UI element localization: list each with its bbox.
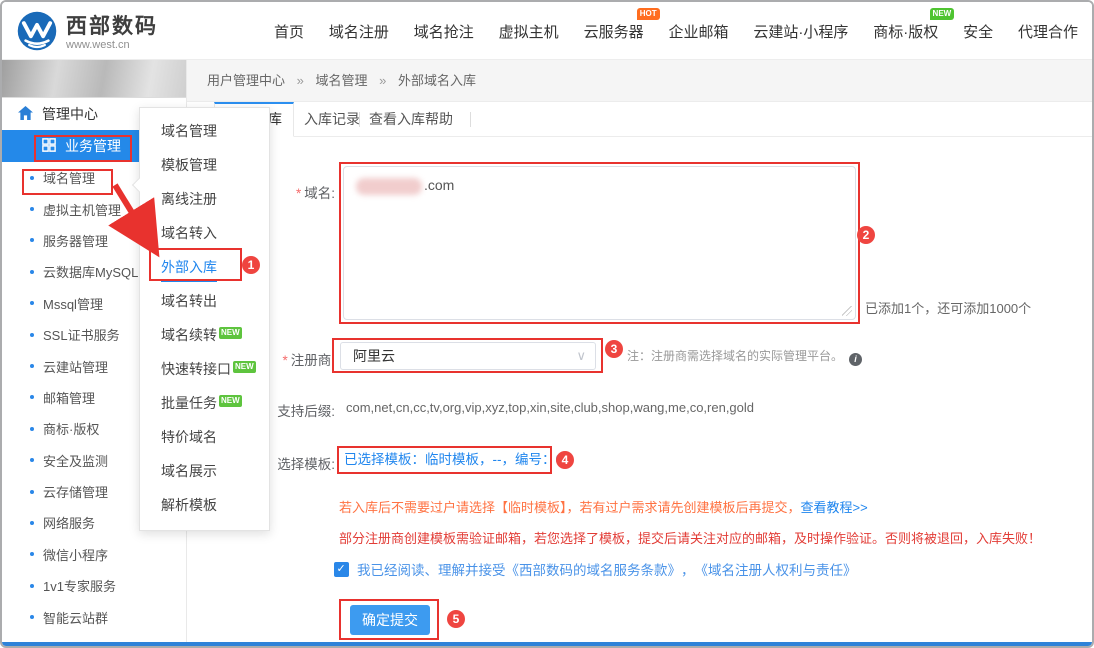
menu-item-dns-template[interactable]: 解析模板 (140, 488, 269, 522)
selected-template-link[interactable]: 已选择模板：临时模板，--，编号：0 (344, 446, 563, 474)
breadcrumb: 用户管理中心 » 域名管理 » 外部域名入库 (187, 60, 1092, 102)
logo-url: www.west.cn (66, 39, 158, 52)
menu-item-batch-tasks[interactable]: 批量任务NEW (140, 386, 269, 420)
nav-domain-backorder[interactable]: 域名抢注 (414, 21, 474, 42)
nav-site-builder[interactable]: 云建站·小程序 (753, 21, 848, 42)
grid-icon (42, 138, 56, 155)
nav-enterprise-email[interactable]: 企业邮箱 (668, 21, 728, 42)
bullet-icon (30, 584, 34, 588)
nav-domain-register[interactable]: 域名注册 (329, 21, 389, 42)
new-badge: NEW (219, 327, 242, 339)
bullet-icon (30, 270, 34, 274)
bullet-icon (30, 238, 34, 242)
info-icon[interactable]: i (849, 353, 862, 366)
nav-agent[interactable]: 代理合作 (1018, 21, 1078, 42)
bullet-icon (30, 552, 34, 556)
nav-home[interactable]: 首页 (274, 21, 304, 42)
new-badge: NEW (219, 395, 242, 407)
registrar-select[interactable]: 阿里云 ∨ (340, 342, 596, 370)
domain-textarea[interactable]: .com (343, 166, 856, 320)
bullet-icon (30, 615, 34, 619)
sidebar-item-wechat-miniprogram[interactable]: 微信小程序 (2, 539, 186, 570)
sidebar-item-smart-cloud-sites[interactable]: 智能云站群 (2, 601, 186, 632)
redacted-domain (356, 178, 422, 195)
domain-counter: 已添加1个，还可添加1000个 (865, 298, 1031, 317)
menu-item-offline-register[interactable]: 离线注册 (140, 182, 269, 216)
menu-item-domain-showcase[interactable]: 域名展示 (140, 454, 269, 488)
main-content: 用户管理中心 » 域名管理 » 外部域名入库 外部入库 入库记录 查看入库帮助 … (187, 60, 1092, 646)
bullet-icon (30, 458, 34, 462)
menu-item-template-management[interactable]: 模板管理 (140, 148, 269, 182)
nav-security[interactable]: 安全 (963, 21, 993, 42)
tab-import-help[interactable]: 查看入库帮助 (369, 102, 453, 137)
bullet-icon (30, 207, 34, 211)
terms-link-rights[interactable]: 《域名注册人权利与责任》 (695, 559, 857, 579)
hint-email-verification: 部分注册商创建模板需验证邮箱，若您选择了模板，提交后请关注对应的邮箱，及时操作验… (339, 528, 1041, 547)
terms-link-service[interactable]: 《西部数码的域名服务条款》 (506, 559, 682, 579)
bullet-icon (30, 301, 34, 305)
registrar-note: 注：注册商需选择域名的实际管理平台。i (627, 342, 862, 370)
bullet-icon (30, 427, 34, 431)
bullet-icon (30, 521, 34, 525)
suffix-value: com,net,cn,cc,tv,org,vip,xyz,top,xin,sit… (346, 400, 754, 415)
logo[interactable]: 西部数码 www.west.cn (16, 10, 158, 57)
tab-import-records[interactable]: 入库记录 (304, 102, 360, 137)
menu-item-domain-renewal[interactable]: 域名续转NEW (140, 318, 269, 352)
submit-button[interactable]: 确定提交 (350, 605, 430, 635)
logo-title: 西部数码 (66, 15, 158, 39)
tab-bar: 外部入库 入库记录 查看入库帮助 (187, 102, 1092, 137)
bullet-icon (30, 333, 34, 337)
menu-item-domain-management[interactable]: 域名管理 (140, 114, 269, 148)
sidebar-banner-image (2, 60, 186, 98)
menu-item-special-price-domains[interactable]: 特价域名 (140, 420, 269, 454)
menu-item-external-import[interactable]: 外部入库 (140, 250, 269, 284)
bottom-blue-bar (2, 642, 1092, 646)
chevron-down-icon: ∨ (576, 343, 586, 369)
bullet-icon (30, 176, 34, 180)
domain-management-dropdown: 域名管理 模板管理 离线注册 域名转入 外部入库 域名转出 域名续转NEW 快速… (139, 107, 270, 531)
top-nav: 首页 域名注册 域名抢注 虚拟主机 云服务器HOT 企业邮箱 云建站·小程序 商… (274, 2, 1078, 60)
agreement-row: 我已经阅读、理解并接受 《西部数码的域名服务条款》 ， 《域名注册人权利与责任》 (334, 559, 857, 579)
breadcrumb-current: 外部域名入库 (398, 73, 476, 88)
bullet-icon (30, 490, 34, 494)
page: 西部数码 www.west.cn 首页 域名注册 域名抢注 虚拟主机 云服务器H… (0, 0, 1094, 648)
view-tutorial-link[interactable]: 查看教程>> (801, 500, 868, 515)
sidebar-item-1v1-expert[interactable]: 1v1专家服务 (2, 570, 186, 601)
menu-item-domain-transfer-out[interactable]: 域名转出 (140, 284, 269, 318)
bullet-icon (30, 395, 34, 399)
agreement-checkbox[interactable] (334, 562, 349, 577)
hot-badge: HOT (637, 8, 660, 20)
breadcrumb-domain-management[interactable]: 域名管理 (316, 73, 368, 88)
nav-virtual-host[interactable]: 虚拟主机 (499, 21, 559, 42)
hint-temporary-template: 若入库后不需要过户请选择【临时模板】，若有过户需求请先创建模板后再提交，查看教程… (339, 497, 868, 516)
menu-item-domain-transfer-in[interactable]: 域名转入 (140, 216, 269, 250)
new-badge: NEW (930, 8, 955, 20)
bullet-icon (30, 364, 34, 368)
menu-item-quick-transfer-api[interactable]: 快速转接口NEW (140, 352, 269, 386)
new-badge: NEW (233, 361, 256, 373)
top-header: 西部数码 www.west.cn 首页 域名注册 域名抢注 虚拟主机 云服务器H… (2, 2, 1092, 60)
west-logo-icon (16, 10, 58, 57)
nav-trademark[interactable]: 商标·版权NEW (873, 21, 938, 42)
nav-cloud-server[interactable]: 云服务器HOT (584, 21, 644, 42)
resize-handle[interactable] (842, 306, 852, 316)
breadcrumb-user-center[interactable]: 用户管理中心 (207, 73, 285, 88)
home-icon (18, 106, 33, 123)
